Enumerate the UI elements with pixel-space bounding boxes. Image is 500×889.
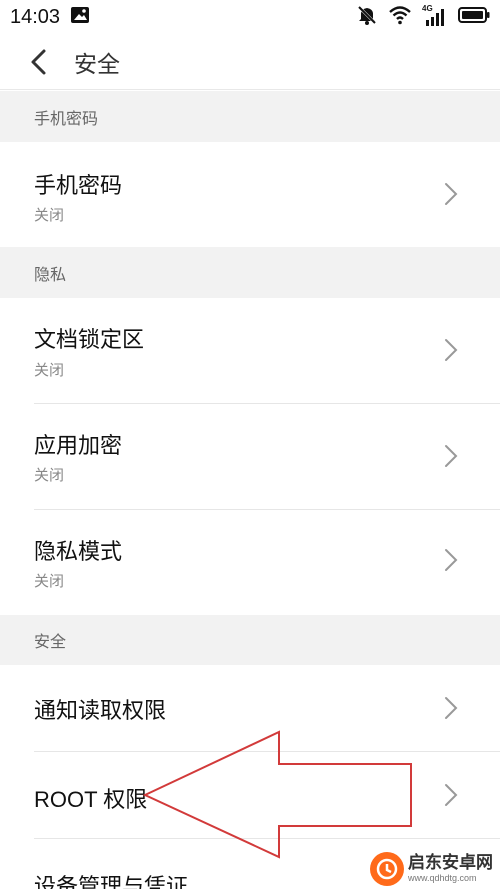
list-item-phone-password[interactable]: 手机密码 关闭: [0, 142, 500, 247]
row-title: 设备管理与凭证: [34, 875, 189, 889]
list-item-app-encryption[interactable]: 应用加密 关闭: [0, 404, 500, 510]
list-item-privacy-mode[interactable]: 隐私模式 关闭: [0, 510, 500, 615]
list-item-notification-access[interactable]: 通知读取权限: [0, 665, 500, 752]
signal-4g-icon: 4G: [422, 4, 448, 28]
row-subtitle: 关闭: [34, 466, 65, 484]
section-header-label: 隐私: [34, 264, 67, 284]
status-left: 14:03: [10, 6, 90, 29]
chevron-right-icon: [445, 339, 458, 361]
section-header-privacy: 隐私: [0, 247, 500, 298]
wifi-icon: [388, 5, 412, 29]
row-title: ROOT 权限: [34, 787, 148, 812]
chevron-right-icon: [445, 445, 458, 467]
image-icon: [70, 6, 90, 28]
section-header-phone-password: 手机密码: [0, 91, 500, 142]
row-subtitle: 关闭: [34, 572, 65, 590]
chevron-left-icon: [31, 49, 46, 74]
page-title: 安全: [74, 51, 120, 78]
status-time: 14:03: [10, 5, 61, 28]
chevron-right-icon: [445, 183, 458, 205]
chevron-right-icon: [445, 549, 458, 571]
list-item-root-permission[interactable]: ROOT 权限: [0, 752, 500, 839]
section-header-label: 手机密码: [34, 108, 99, 128]
row-title: 通知读取权限: [34, 699, 167, 724]
title-bar: 安全: [0, 34, 500, 90]
status-right: 4G: [356, 4, 490, 30]
row-title: 应用加密: [34, 434, 123, 459]
back-button[interactable]: [8, 34, 68, 90]
section-header-label: 安全: [34, 632, 67, 651]
row-title: 隐私模式: [34, 540, 123, 565]
watermark-logo: [370, 851, 404, 886]
list-item-document-lock[interactable]: 文档锁定区 关闭: [0, 298, 500, 404]
mute-icon: [356, 4, 378, 30]
watermark-name: 启东安卓网: [408, 852, 493, 873]
row-title: 手机密码: [34, 174, 123, 199]
row-subtitle: 关闭: [34, 206, 65, 224]
row-subtitle: 关闭: [34, 361, 65, 379]
status-bar: 14:03 4G: [0, 0, 500, 34]
chevron-right-icon: [445, 784, 458, 806]
row-title: 文档锁定区: [34, 328, 145, 353]
section-header-security: 安全: [0, 615, 500, 665]
battery-icon: [458, 6, 490, 28]
watermark: 启东安卓网 www.qdhdtg.com: [370, 848, 500, 889]
watermark-url: www.qdhdtg.com: [408, 872, 477, 883]
chevron-right-icon: [445, 697, 458, 719]
